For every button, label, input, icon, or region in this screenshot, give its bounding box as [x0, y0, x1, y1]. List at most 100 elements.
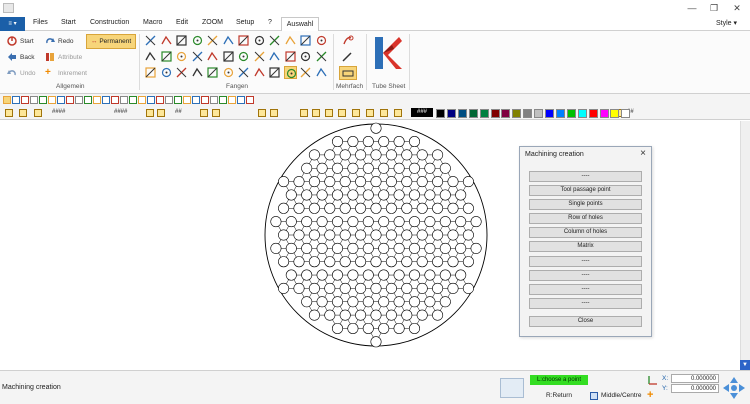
- tube-hole[interactable]: [331, 189, 343, 201]
- tube-hole[interactable]: [362, 189, 374, 201]
- tube-hole[interactable]: [316, 162, 328, 174]
- tube-hole[interactable]: [355, 309, 367, 321]
- color-swatch[interactable]: [588, 109, 598, 118]
- snap-tool-icon[interactable]: [160, 34, 173, 47]
- tube-hole[interactable]: [370, 309, 382, 321]
- attribute-tool-icon[interactable]: [200, 109, 208, 117]
- tube-hole[interactable]: [370, 149, 382, 161]
- tube-hole[interactable]: [416, 202, 428, 214]
- back-button[interactable]: Back: [7, 52, 34, 62]
- tube-hole[interactable]: [339, 176, 351, 188]
- menu-help[interactable]: ?: [268, 19, 272, 26]
- attribute-tool-icon[interactable]: [157, 109, 165, 117]
- tube-hole[interactable]: [324, 256, 336, 268]
- toolbar-icon[interactable]: [201, 96, 209, 104]
- tube-hole[interactable]: [293, 229, 305, 241]
- tube-hole[interactable]: [378, 269, 390, 281]
- minimize-button[interactable]: —: [685, 2, 699, 14]
- toolbar-icon[interactable]: [93, 96, 101, 104]
- linetype-field-1[interactable]: ####: [52, 109, 65, 115]
- tube-hole[interactable]: [308, 256, 320, 268]
- snap-tool-icon[interactable]: [175, 34, 188, 47]
- tube-hole[interactable]: [285, 269, 297, 281]
- tube-hole[interactable]: [278, 229, 290, 241]
- tube-hole[interactable]: [293, 282, 305, 294]
- tube-hole[interactable]: [462, 202, 474, 214]
- tube-hole[interactable]: [424, 269, 436, 281]
- tube-hole[interactable]: [401, 309, 413, 321]
- tube-hole[interactable]: [401, 282, 413, 294]
- snap-tool-icon[interactable]: [299, 50, 312, 63]
- tool-passage-point-button[interactable]: Tool passage point: [529, 185, 642, 196]
- snap-tool-icon[interactable]: [175, 66, 188, 79]
- tube-hole[interactable]: [316, 242, 328, 254]
- tube-hole[interactable]: [285, 189, 297, 201]
- tube-hole[interactable]: [439, 162, 451, 174]
- tube-hole[interactable]: [370, 336, 382, 348]
- scroll-down-button[interactable]: ▼: [740, 360, 750, 370]
- snap-tool-icon[interactable]: [160, 66, 173, 79]
- linetype-field-2[interactable]: ####: [114, 109, 127, 115]
- single-points-button[interactable]: Single points: [529, 199, 642, 210]
- attribute-tool-icon[interactable]: [300, 109, 308, 117]
- toolbar-icon[interactable]: [246, 96, 254, 104]
- tube-hole[interactable]: [339, 309, 351, 321]
- tube-hole[interactable]: [462, 282, 474, 294]
- toolbar-icon[interactable]: [147, 96, 155, 104]
- tube-hole[interactable]: [462, 229, 474, 241]
- tube-hole[interactable]: [347, 269, 359, 281]
- tube-hole[interactable]: [331, 269, 343, 281]
- tube-hole[interactable]: [455, 269, 467, 281]
- tube-hole[interactable]: [455, 189, 467, 201]
- tube-hole[interactable]: [339, 202, 351, 214]
- attribute-tool-icon[interactable]: [352, 109, 360, 117]
- matrix-button[interactable]: Matrix: [529, 241, 642, 252]
- tube-hole[interactable]: [401, 202, 413, 214]
- tube-hole[interactable]: [355, 202, 367, 214]
- tube-hole[interactable]: [324, 202, 336, 214]
- toolbar-icon[interactable]: [111, 96, 119, 104]
- tube-hole[interactable]: [324, 282, 336, 294]
- snap-tool-icon[interactable]: [299, 34, 312, 47]
- attribute-tool-icon[interactable]: [34, 109, 42, 117]
- color-swatch[interactable]: [621, 109, 631, 118]
- tube-hole[interactable]: [447, 282, 459, 294]
- tube-hole[interactable]: [308, 149, 320, 161]
- color-swatch[interactable]: [555, 109, 565, 118]
- dialog-close-icon[interactable]: ×: [640, 148, 646, 159]
- menu-construction[interactable]: Construction: [90, 19, 129, 26]
- toolbar-icon[interactable]: [48, 96, 56, 104]
- toolbar-icon[interactable]: [183, 96, 191, 104]
- toolbar-icon[interactable]: [165, 96, 173, 104]
- tube-hole[interactable]: [424, 242, 436, 254]
- attribute-tool-icon[interactable]: [258, 109, 266, 117]
- color-swatch[interactable]: [566, 109, 576, 118]
- tube-hole[interactable]: [308, 282, 320, 294]
- tube-hole[interactable]: [401, 256, 413, 268]
- attribute-tool-icon[interactable]: [338, 109, 346, 117]
- snap-tool-icon[interactable]: [160, 50, 173, 63]
- tube-hole[interactable]: [385, 176, 397, 188]
- tube-hole[interactable]: [439, 242, 451, 254]
- toolbar-icon[interactable]: [21, 96, 29, 104]
- tube-hole[interactable]: [347, 162, 359, 174]
- tube-hole[interactable]: [362, 136, 374, 148]
- snap-tool-icon[interactable]: [175, 50, 188, 63]
- tube-hole[interactable]: [324, 309, 336, 321]
- tube-hole[interactable]: [432, 256, 444, 268]
- snap-tool-icon[interactable]: [284, 34, 297, 47]
- toolbar-icon[interactable]: [3, 96, 11, 104]
- tube-hole[interactable]: [408, 136, 420, 148]
- tube-hole[interactable]: [347, 189, 359, 201]
- tube-hole[interactable]: [331, 322, 343, 334]
- tube-hole[interactable]: [432, 202, 444, 214]
- tube-hole[interactable]: [432, 149, 444, 161]
- toolbar-icon[interactable]: [12, 96, 20, 104]
- tube-hole[interactable]: [424, 296, 436, 308]
- color-swatch[interactable]: [534, 109, 544, 118]
- toolbar-icon[interactable]: [228, 96, 236, 104]
- color-swatch[interactable]: [512, 109, 522, 118]
- tube-hole[interactable]: [439, 296, 451, 308]
- tube-hole[interactable]: [385, 282, 397, 294]
- color-swatch[interactable]: [545, 109, 554, 118]
